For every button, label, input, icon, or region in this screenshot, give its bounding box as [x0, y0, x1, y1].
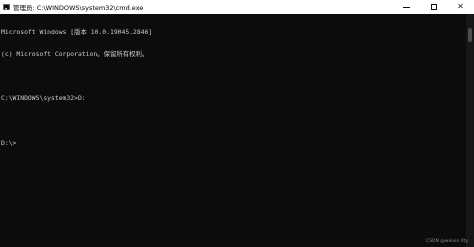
title-bar[interactable]: 管理员: C:\WINDOWS\system32\cmd.exe ✕	[0, 0, 474, 14]
window-controls: ✕	[393, 0, 474, 14]
watermark-text: CSDN @weixin 0ty	[426, 239, 468, 244]
console-line: Microsoft Windows [版本 10.0.19045.2846]	[1, 27, 153, 36]
window-title: 管理员: C:\WINDOWS\system32\cmd.exe	[13, 4, 144, 12]
maximize-button[interactable]	[420, 0, 447, 14]
console-output[interactable]: Microsoft Windows [版本 10.0.19045.2846] (…	[0, 14, 467, 247]
scrollbar-thumb[interactable]	[468, 28, 472, 42]
vertical-scrollbar[interactable]	[466, 14, 474, 247]
close-icon: ✕	[457, 2, 464, 11]
console-line: (c) Microsoft Corporation。保留所有权利。	[1, 50, 149, 59]
cmd-window: 管理员: C:\WINDOWS\system32\cmd.exe ✕ Micro…	[0, 0, 474, 247]
console-line: C:\WINDOWS\system32>D:	[1, 94, 86, 103]
cmd-app-icon	[3, 4, 10, 10]
minimize-button[interactable]	[393, 0, 420, 14]
close-button[interactable]: ✕	[447, 0, 474, 14]
minimize-icon	[403, 6, 410, 8]
console-prompt-line[interactable]: D:\>	[1, 139, 467, 147]
maximize-icon	[430, 4, 437, 10]
